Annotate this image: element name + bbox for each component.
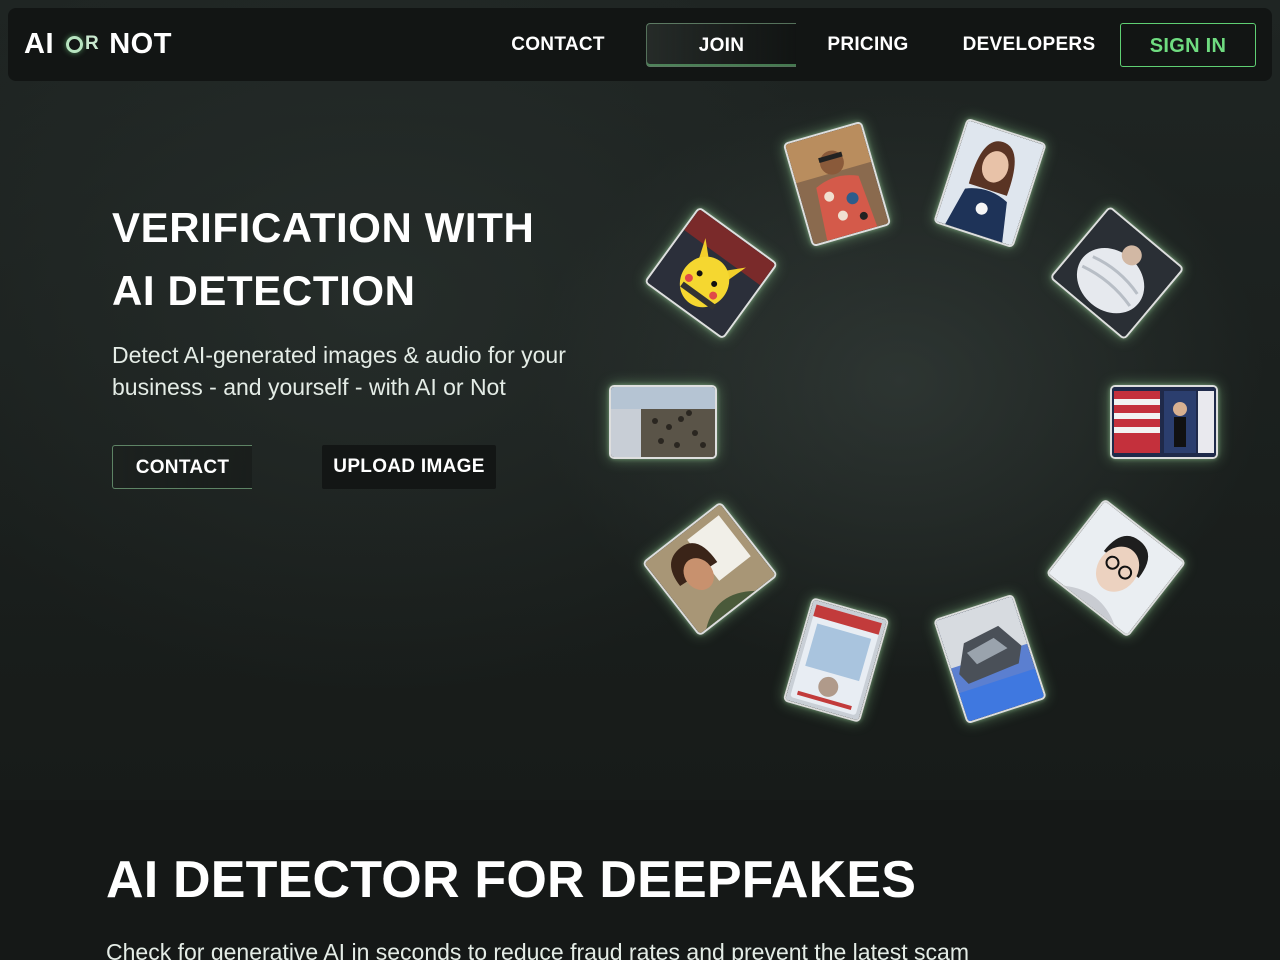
logo-text-not: NOT [109,27,172,60]
nav-developers-link[interactable]: DEVELOPERS [952,23,1106,67]
deepfake-section-text: Check for generative AI in seconds to re… [106,939,969,960]
hero-subtitle: Detect AI-generated images & audio for y… [112,339,612,403]
sign-in-button[interactable]: SIGN IN [1120,23,1256,67]
hero-subtitle-line-1: Detect AI-generated images & audio for y… [112,342,566,368]
hero-subtitle-line-2: business - and yourself - with AI or Not [112,374,506,400]
hero-title-line-1: VERIFICATION WITH [112,204,535,251]
deepfake-section-title: AI DETECTOR FOR DEEPFAKES [106,851,917,909]
nav-contact-link[interactable]: CONTACT [490,23,626,67]
hero-title-line-2: AI DETECTION [112,267,416,314]
logo-text-or: R [85,33,100,54]
logo-or: R [66,33,99,55]
page: AI R NOT CONTACT JOIN PRICING DEVELOPERS… [0,0,1280,960]
logo-text-ai: AI [24,27,54,60]
crowd-aerial-photo [609,385,717,459]
nav-join-link[interactable]: JOIN [646,23,796,67]
upload-image-button[interactable]: UPLOAD IMAGE [322,445,496,489]
political-poster-photo [1110,385,1218,459]
brand-logo[interactable]: AI R NOT [24,26,172,62]
hero-title: VERIFICATION WITH AI DETECTION [112,196,632,322]
logo-ring-icon [66,35,83,53]
nav-pricing-link[interactable]: PRICING [806,23,930,67]
hero-contact-button[interactable]: CONTACT [112,445,252,489]
